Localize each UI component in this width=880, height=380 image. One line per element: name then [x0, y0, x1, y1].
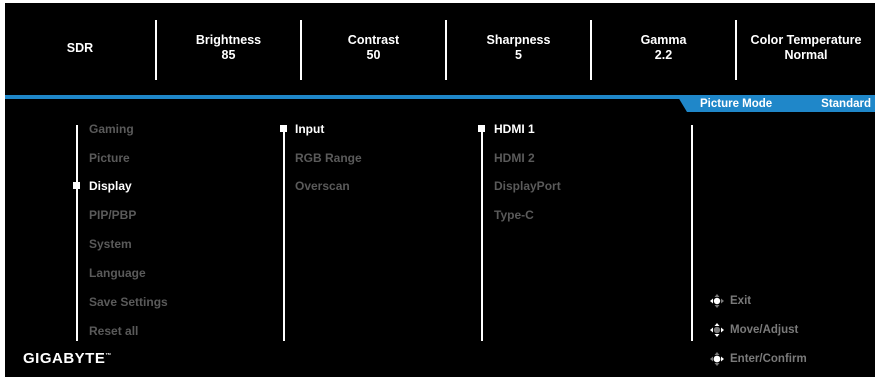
gamma-value: 2.2: [654, 48, 673, 62]
joystick-press-icon: [709, 351, 725, 367]
submenu-item-rgb-range[interactable]: RGB Range: [295, 151, 362, 165]
status-sharpness: Sharpness 5: [447, 3, 590, 93]
hint-move-adjust-label: Move/Adjust: [730, 324, 799, 336]
menu-item-reset-all[interactable]: Reset all: [89, 324, 138, 338]
menu-selection-marker: [73, 182, 80, 189]
status-gamma: Gamma 2.2: [592, 3, 735, 93]
logo-trademark: ™: [105, 353, 112, 359]
contrast-value: 50: [366, 48, 381, 62]
joystick-updown-icon: [709, 322, 725, 338]
status-contrast: Contrast 50: [302, 3, 445, 93]
color-temperature-label: Color Temperature: [750, 33, 862, 47]
options-column-line: [481, 125, 483, 341]
status-brightness: Brightness 85: [157, 3, 300, 93]
hint-move-adjust: Move/Adjust: [709, 322, 798, 338]
hint-enter-confirm-label: Enter/Confirm: [730, 353, 807, 365]
menu-item-pip-pbp[interactable]: PIP/PBP: [89, 208, 136, 222]
menu-item-language[interactable]: Language: [89, 266, 146, 280]
submenu-item-input[interactable]: Input: [295, 122, 324, 136]
menu-item-save-settings[interactable]: Save Settings: [89, 295, 168, 309]
picture-mode-tab: Picture Mode Standard: [678, 97, 875, 112]
menu-item-gaming[interactable]: Gaming: [89, 122, 134, 136]
value-column-line: [691, 125, 693, 341]
submenu-item-overscan[interactable]: Overscan: [295, 179, 350, 193]
menu-column-line: [76, 125, 78, 341]
hint-exit-label: Exit: [730, 295, 752, 307]
hdr-mode: SDR: [5, 3, 155, 93]
menu-item-display[interactable]: Display: [89, 179, 132, 193]
color-temperature-value: Normal: [784, 48, 828, 62]
gamma-label: Gamma: [640, 33, 687, 47]
gigabyte-logo: GIGABYTE™: [23, 350, 112, 367]
option-displayport[interactable]: DisplayPort: [494, 179, 561, 193]
option-type-c[interactable]: Type-C: [494, 208, 534, 222]
menu-item-system[interactable]: System: [89, 237, 132, 251]
picture-mode-value: Standard: [821, 98, 871, 110]
hint-enter-confirm: Enter/Confirm: [709, 351, 807, 367]
option-selection-marker: [478, 125, 485, 132]
option-hdmi-2[interactable]: HDMI 2: [494, 151, 535, 165]
submenu-selection-marker: [280, 125, 287, 132]
status-color-temperature: Color Temperature Normal: [737, 3, 875, 93]
logo-text: GIGABYTE: [23, 350, 106, 367]
picture-mode-label: Picture Mode: [700, 98, 773, 110]
brightness-label: Brightness: [195, 33, 262, 47]
status-bar: SDR Brightness 85 Contrast 50 Sharpness …: [5, 3, 875, 93]
menu-item-picture[interactable]: Picture: [89, 151, 130, 165]
sharpness-label: Sharpness: [486, 33, 551, 47]
brightness-value: 85: [221, 48, 236, 62]
submenu-column-line: [283, 125, 285, 341]
contrast-label: Contrast: [347, 33, 400, 47]
hdr-mode-label: SDR: [66, 40, 94, 55]
sharpness-value: 5: [515, 48, 522, 62]
osd-menu: SDR Brightness 85 Contrast 50 Sharpness …: [5, 3, 875, 377]
joystick-left-icon: [709, 293, 725, 309]
hint-exit: Exit: [709, 293, 751, 309]
option-hdmi-1[interactable]: HDMI 1: [494, 122, 535, 136]
